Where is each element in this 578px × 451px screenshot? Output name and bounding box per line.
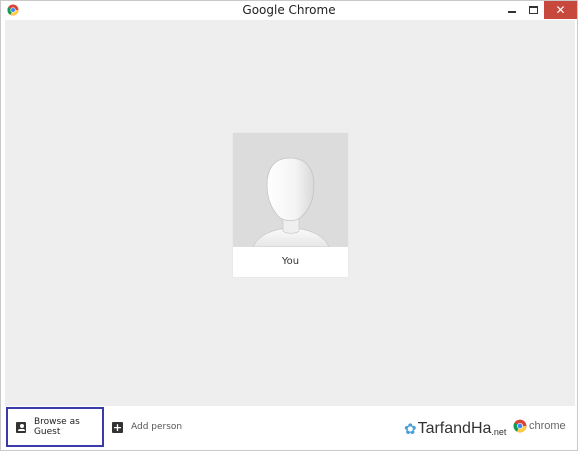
maximize-icon [528,6,538,14]
watermark-main: TarfandHa [417,420,492,437]
add-person-label: Add person [131,422,183,432]
browse-as-guest-button[interactable]: Browse as Guest [6,407,104,447]
close-icon: ✕ [555,3,566,17]
chrome-logo-icon [513,419,527,433]
close-button[interactable]: ✕ [544,1,577,19]
title-bar: Google Chrome ✕ [1,1,577,20]
profile-name: You [281,256,300,267]
add-person-button[interactable]: + Add person [112,407,182,447]
browse-as-guest-label: Browse as Guest [33,417,80,437]
add-person-icon: + [112,420,123,434]
chrome-profile-window: Google Chrome ✕ You Browse as Guest + Ad… [0,0,578,451]
avatar [233,133,348,247]
tarfandha-logo-icon: ✿ [404,421,417,438]
profile-picker-area: You [5,20,575,406]
watermark-suffix: .net [491,427,507,437]
profile-card-you[interactable]: You [233,133,348,277]
tarfandha-watermark: ✿ TarfandHa .net [404,417,506,441]
chrome-brand-label: chrome [529,420,566,432]
maximize-button[interactable] [522,1,544,19]
guest-icon [16,421,26,433]
minimize-button[interactable] [502,1,522,19]
window-title: Google Chrome [242,3,336,17]
chrome-brand-logo: chrome [513,418,566,434]
bottom-bar: Browse as Guest + Add person ✿ TarfandHa… [5,406,575,447]
minimize-icon [508,11,516,13]
avatar-silhouette-icon [252,157,330,247]
